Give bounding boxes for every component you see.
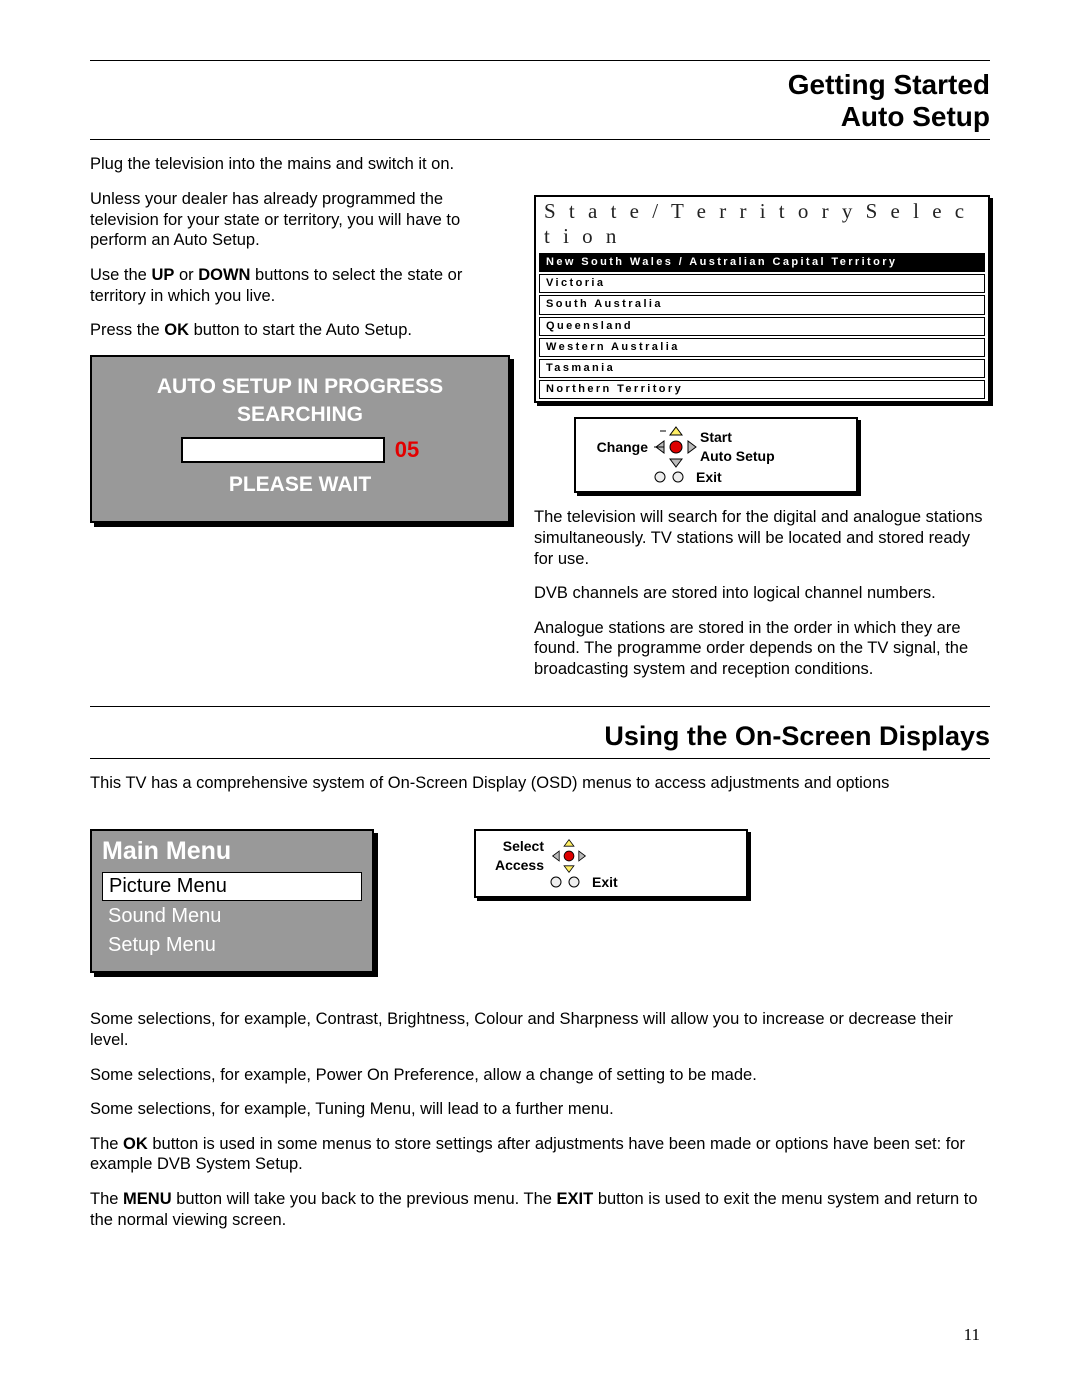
progress-line-1: AUTO SETUP IN PROGRESS — [110, 375, 490, 399]
text-fragment: Use the — [90, 266, 151, 284]
key-name-menu: MENU — [123, 1190, 172, 1208]
osd-para-2: Some selections, for example, Power On P… — [90, 1065, 990, 1086]
progress-counter: 05 — [395, 437, 419, 463]
menu-item-picture[interactable]: Picture Menu — [102, 872, 362, 901]
auto-setup-progress-panel: AUTO SETUP IN PROGRESS SEARCHING 05 PLEA… — [90, 355, 510, 523]
osd-para-1: Some selections, for example, Contrast, … — [90, 1009, 990, 1050]
dpad-icon — [548, 838, 590, 874]
progress-bar — [181, 437, 385, 463]
menu-item-setup[interactable]: Setup Menu — [102, 932, 362, 959]
main-menu-panel: Main Menu Picture Menu Sound Menu Setup … — [90, 829, 374, 973]
menu-item-sound[interactable]: Sound Menu — [102, 903, 362, 930]
nav-label-exit: Exit — [592, 874, 618, 890]
intro-para-1: Plug the television into the mains and s… — [90, 154, 990, 175]
key-name-exit: EXIT — [557, 1190, 594, 1208]
osd-para-4: The OK button is used in some menus to s… — [90, 1134, 990, 1175]
text-fragment: or — [174, 266, 198, 284]
intro-para-3: Use the UP or DOWN buttons to select the… — [90, 265, 510, 306]
state-option-nsw-act[interactable]: New South Wales / Australian Capital Ter… — [539, 253, 985, 272]
dpad-icon — [652, 425, 700, 469]
title-line-1: Getting Started — [788, 69, 990, 100]
intro-para-4: Press the OK button to start the Auto Se… — [90, 320, 510, 341]
text-fragment: button is used in some menus to store se… — [90, 1135, 965, 1174]
text-fragment: Press the — [90, 321, 164, 339]
state-option-tas[interactable]: Tasmania — [539, 359, 985, 378]
intro-para-2: Unless your dealer has already programme… — [90, 189, 510, 251]
nav-help-panel-1: Change Start Auto Setup — [574, 417, 858, 493]
page-number: 11 — [964, 1325, 980, 1345]
osd-para-5: The MENU button will take you back to th… — [90, 1189, 990, 1230]
section-heading-osd: Using the On-Screen Displays — [90, 721, 990, 752]
progress-line-2: SEARCHING — [110, 403, 490, 427]
text-fragment: button to start the Auto Setup. — [189, 321, 412, 339]
key-name-up: UP — [151, 266, 174, 284]
key-name-ok: OK — [123, 1135, 148, 1153]
state-option-vic[interactable]: Victoria — [539, 274, 985, 293]
exit-buttons-icon — [544, 874, 592, 890]
nav-label-auto-setup: Auto Setup — [700, 447, 846, 466]
page-title: Getting Started Auto Setup — [90, 69, 990, 133]
key-name-ok: OK — [164, 321, 189, 339]
text-fragment: The — [90, 1135, 123, 1153]
nav-label-access: Access — [486, 856, 544, 874]
osd-intro: This TV has a comprehensive system of On… — [90, 773, 990, 794]
title-line-2: Auto Setup — [841, 101, 990, 132]
text-fragment: button will take you back to the previou… — [172, 1190, 557, 1208]
nav-label-exit: Exit — [696, 469, 722, 485]
exit-buttons-icon — [648, 469, 696, 485]
nav-label-change: Change — [597, 439, 648, 455]
search-para-1: The television will search for the digit… — [534, 507, 990, 569]
osd-para-3: Some selections, for example, Tuning Men… — [90, 1099, 990, 1120]
state-option-wa[interactable]: Western Australia — [539, 338, 985, 357]
text-fragment: The — [90, 1190, 123, 1208]
state-panel-title: S t a t e / T e r r i t o r y S e l e c … — [536, 197, 988, 253]
state-option-nt[interactable]: Northern Territory — [539, 380, 985, 399]
nav-label-select: Select — [486, 837, 544, 855]
state-territory-panel: S t a t e / T e r r i t o r y S e l e c … — [534, 195, 990, 403]
state-option-sa[interactable]: South Australia — [539, 295, 985, 314]
nav-help-panel-2: Select Access — [474, 829, 748, 897]
nav-label-start: Start — [700, 428, 846, 447]
key-name-down: DOWN — [198, 266, 250, 284]
search-para-2: DVB channels are stored into logical cha… — [534, 583, 990, 604]
search-para-3: Analogue stations are stored in the orde… — [534, 618, 990, 680]
progress-line-3: PLEASE WAIT — [110, 473, 490, 497]
state-option-qld[interactable]: Queensland — [539, 317, 985, 336]
main-menu-title: Main Menu — [102, 837, 362, 866]
